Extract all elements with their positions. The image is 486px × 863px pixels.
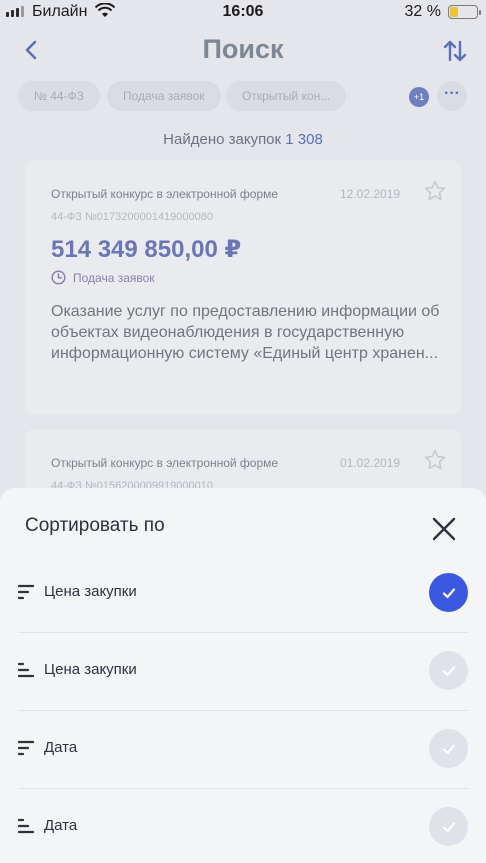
card-id: 44-ФЗ №0173200001419000080 (51, 211, 213, 223)
sort-sheet: Сортировать по Цена закупки Цена закупки… (0, 488, 486, 863)
battery-level (450, 7, 459, 17)
nav-bar: Поиск (0, 28, 486, 72)
sort-option-label: Цена закупки (44, 661, 137, 678)
sort-option-price-desc[interactable]: Цена закупки (18, 555, 468, 633)
card-status: Подача заявок (51, 270, 155, 285)
sort-option-price-asc[interactable]: Цена закупки (18, 633, 468, 711)
page-title: Поиск (202, 34, 284, 64)
status-bar: Билайн 16:06 32 % (0, 0, 486, 24)
checkmark-icon[interactable] (429, 573, 468, 612)
purchase-card[interactable]: Открытый конкурс в электронной форме 12.… (25, 160, 461, 415)
checkmark-icon[interactable] (429, 807, 468, 846)
sort-option-date-asc[interactable]: Дата (18, 789, 468, 863)
chip-law[interactable]: № 44-ФЗ (18, 81, 100, 111)
star-icon[interactable] (423, 448, 447, 472)
battery-icon (448, 5, 481, 19)
chip-stage[interactable]: Подача заявок (107, 81, 221, 111)
battery-percent: 32 % (404, 3, 441, 20)
card-status-label: Подача заявок (73, 270, 155, 285)
checkmark-icon[interactable] (429, 729, 468, 768)
card-type: Открытый конкурс в электронной форме (51, 187, 279, 201)
extra-filters-badge[interactable]: +1 (409, 87, 429, 107)
card-date: 12.02.2019 (340, 187, 401, 201)
clock-icon (51, 270, 66, 285)
sort-option-label: Цена закупки (44, 583, 137, 600)
sort-option-label: Дата (44, 817, 78, 834)
sort-option-date-desc[interactable]: Дата (18, 711, 468, 789)
sort-ascending-icon (18, 662, 35, 678)
results-count: Найдено закупок 1 308 (0, 131, 486, 148)
sort-descending-icon (18, 740, 35, 756)
star-icon[interactable] (423, 179, 447, 203)
sheet-title: Сортировать по (25, 515, 165, 536)
card-description: Оказание услуг по предоставлению информа… (51, 303, 440, 362)
card-price: 514 349 850,00 ₽ (51, 236, 242, 263)
card-type: Открытый конкурс в электронной форме (51, 456, 279, 470)
more-icon[interactable]: ··· (437, 81, 467, 111)
checkmark-icon[interactable] (429, 651, 468, 690)
sort-ascending-icon (18, 818, 35, 834)
results-label: Найдено закупок (163, 131, 282, 148)
sort-arrows-icon[interactable] (442, 38, 468, 64)
filter-chips: № 44-ФЗ Подача заявок Открытый кон... +1… (18, 81, 468, 111)
sort-descending-icon (18, 584, 35, 600)
card-date: 01.02.2019 (340, 456, 401, 470)
close-icon[interactable] (431, 516, 457, 542)
results-number: 1 308 (285, 131, 323, 148)
chip-procedure[interactable]: Открытый кон... (226, 81, 346, 111)
sort-option-label: Дата (44, 739, 78, 756)
